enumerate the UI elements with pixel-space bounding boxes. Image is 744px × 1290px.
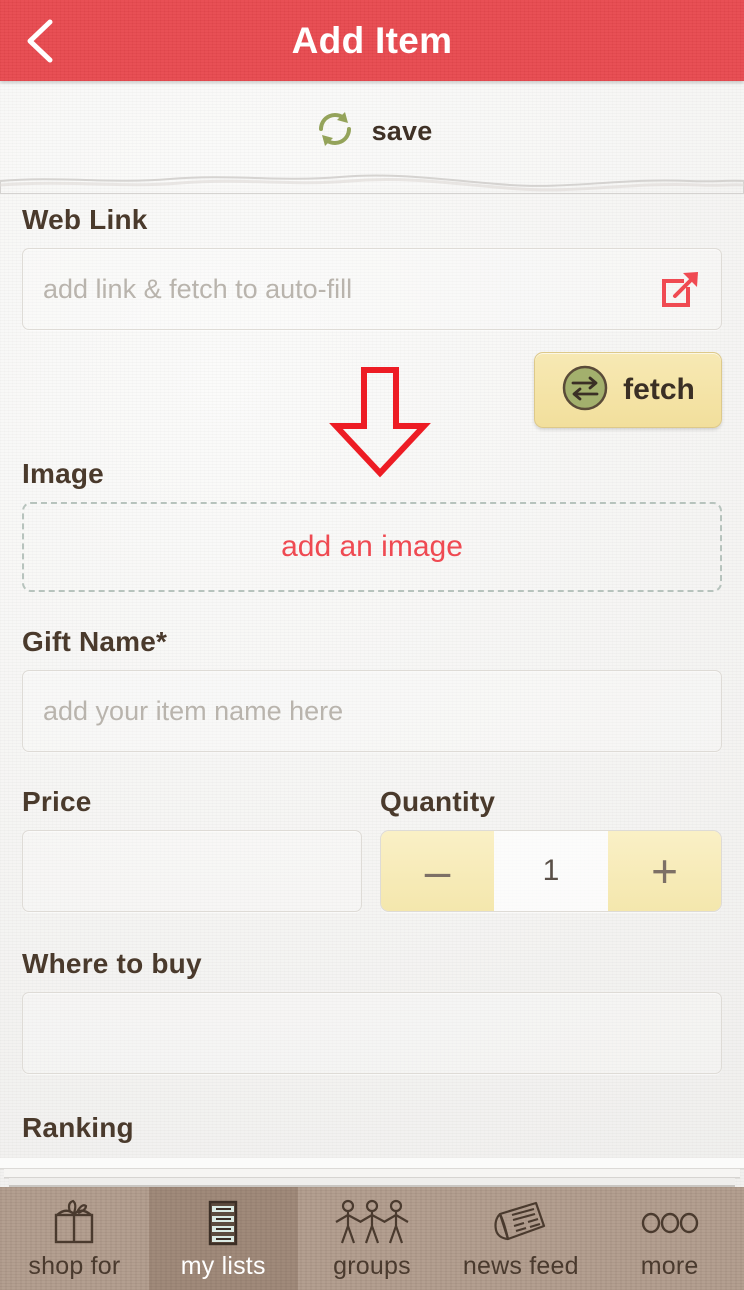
price-input[interactable] xyxy=(22,830,362,912)
tab-label-shop-for: shop for xyxy=(28,1252,121,1280)
tab-shop-for[interactable]: shop for xyxy=(0,1187,149,1290)
tab-groups[interactable]: groups xyxy=(298,1187,447,1290)
gift-box-icon xyxy=(48,1196,100,1250)
add-image-dropzone[interactable]: add an image xyxy=(22,502,722,592)
bottom-tab-bar: shop for my lists groups news feed more xyxy=(0,1187,744,1290)
where-to-buy-group: Where to buy xyxy=(0,948,744,1074)
ranking-label: Ranking xyxy=(22,1112,134,1143)
where-to-buy-label: Where to buy xyxy=(22,948,202,979)
external-link-icon[interactable] xyxy=(656,265,704,313)
gift-name-group: Gift Name* xyxy=(0,626,744,752)
web-link-input[interactable] xyxy=(22,248,722,330)
tab-news-feed[interactable]: news feed xyxy=(446,1187,595,1290)
swap-arrows-icon xyxy=(561,364,609,417)
fetch-button[interactable]: fetch xyxy=(534,352,722,428)
add-item-form: Web Link add link & fetch to auto-fill f… xyxy=(0,186,744,1161)
tab-label-more: more xyxy=(640,1252,699,1280)
price-quantity-row: Price Quantity – 1 + xyxy=(0,786,744,912)
save-label: save xyxy=(371,115,433,146)
tab-label-groups: groups xyxy=(333,1252,411,1280)
quantity-value: 1 xyxy=(494,831,608,911)
people-group-icon xyxy=(332,1196,412,1250)
newspaper-icon xyxy=(490,1196,552,1250)
chevron-left-icon xyxy=(22,16,58,66)
quantity-decrement-button[interactable]: – xyxy=(381,831,494,911)
save-bar: save xyxy=(0,81,744,181)
ellipsis-icon xyxy=(638,1196,702,1250)
price-group: Price xyxy=(22,786,362,912)
ranking-group: Ranking xyxy=(0,1112,744,1144)
fetch-row: fetch xyxy=(0,352,744,428)
image-label: Image xyxy=(22,458,104,489)
tab-my-lists[interactable]: my lists xyxy=(148,1187,298,1290)
gift-name-label: Gift Name* xyxy=(22,626,168,657)
quantity-increment-button[interactable]: + xyxy=(608,831,721,911)
save-button[interactable]: save xyxy=(302,100,443,163)
gift-name-input[interactable] xyxy=(22,670,722,752)
image-group: Image add an image xyxy=(0,458,744,592)
sync-arrows-icon xyxy=(312,106,358,157)
tab-more[interactable]: more xyxy=(595,1187,744,1290)
checklist-icon xyxy=(199,1196,247,1250)
add-item-screen: Add Item save Web Link add link & fetch … xyxy=(0,0,744,1290)
tab-label-news-feed: news feed xyxy=(462,1252,579,1280)
page-title: Add Item xyxy=(291,19,453,61)
quantity-label: Quantity xyxy=(380,786,496,817)
quantity-group: Quantity – 1 + xyxy=(380,786,722,912)
price-label: Price xyxy=(22,786,92,817)
web-link-group: Web Link xyxy=(0,204,744,330)
web-link-row xyxy=(22,248,722,330)
app-header: Add Item xyxy=(0,0,744,81)
fetch-label: fetch xyxy=(623,373,695,406)
tab-label-my-lists: my lists xyxy=(180,1252,266,1280)
quantity-stepper: – 1 + xyxy=(380,830,722,912)
where-to-buy-input[interactable] xyxy=(22,992,722,1074)
add-image-label: add an image xyxy=(281,530,463,563)
paper-stack-edge xyxy=(0,1158,744,1188)
web-link-label: Web Link xyxy=(22,204,148,235)
back-button[interactable] xyxy=(0,0,80,81)
